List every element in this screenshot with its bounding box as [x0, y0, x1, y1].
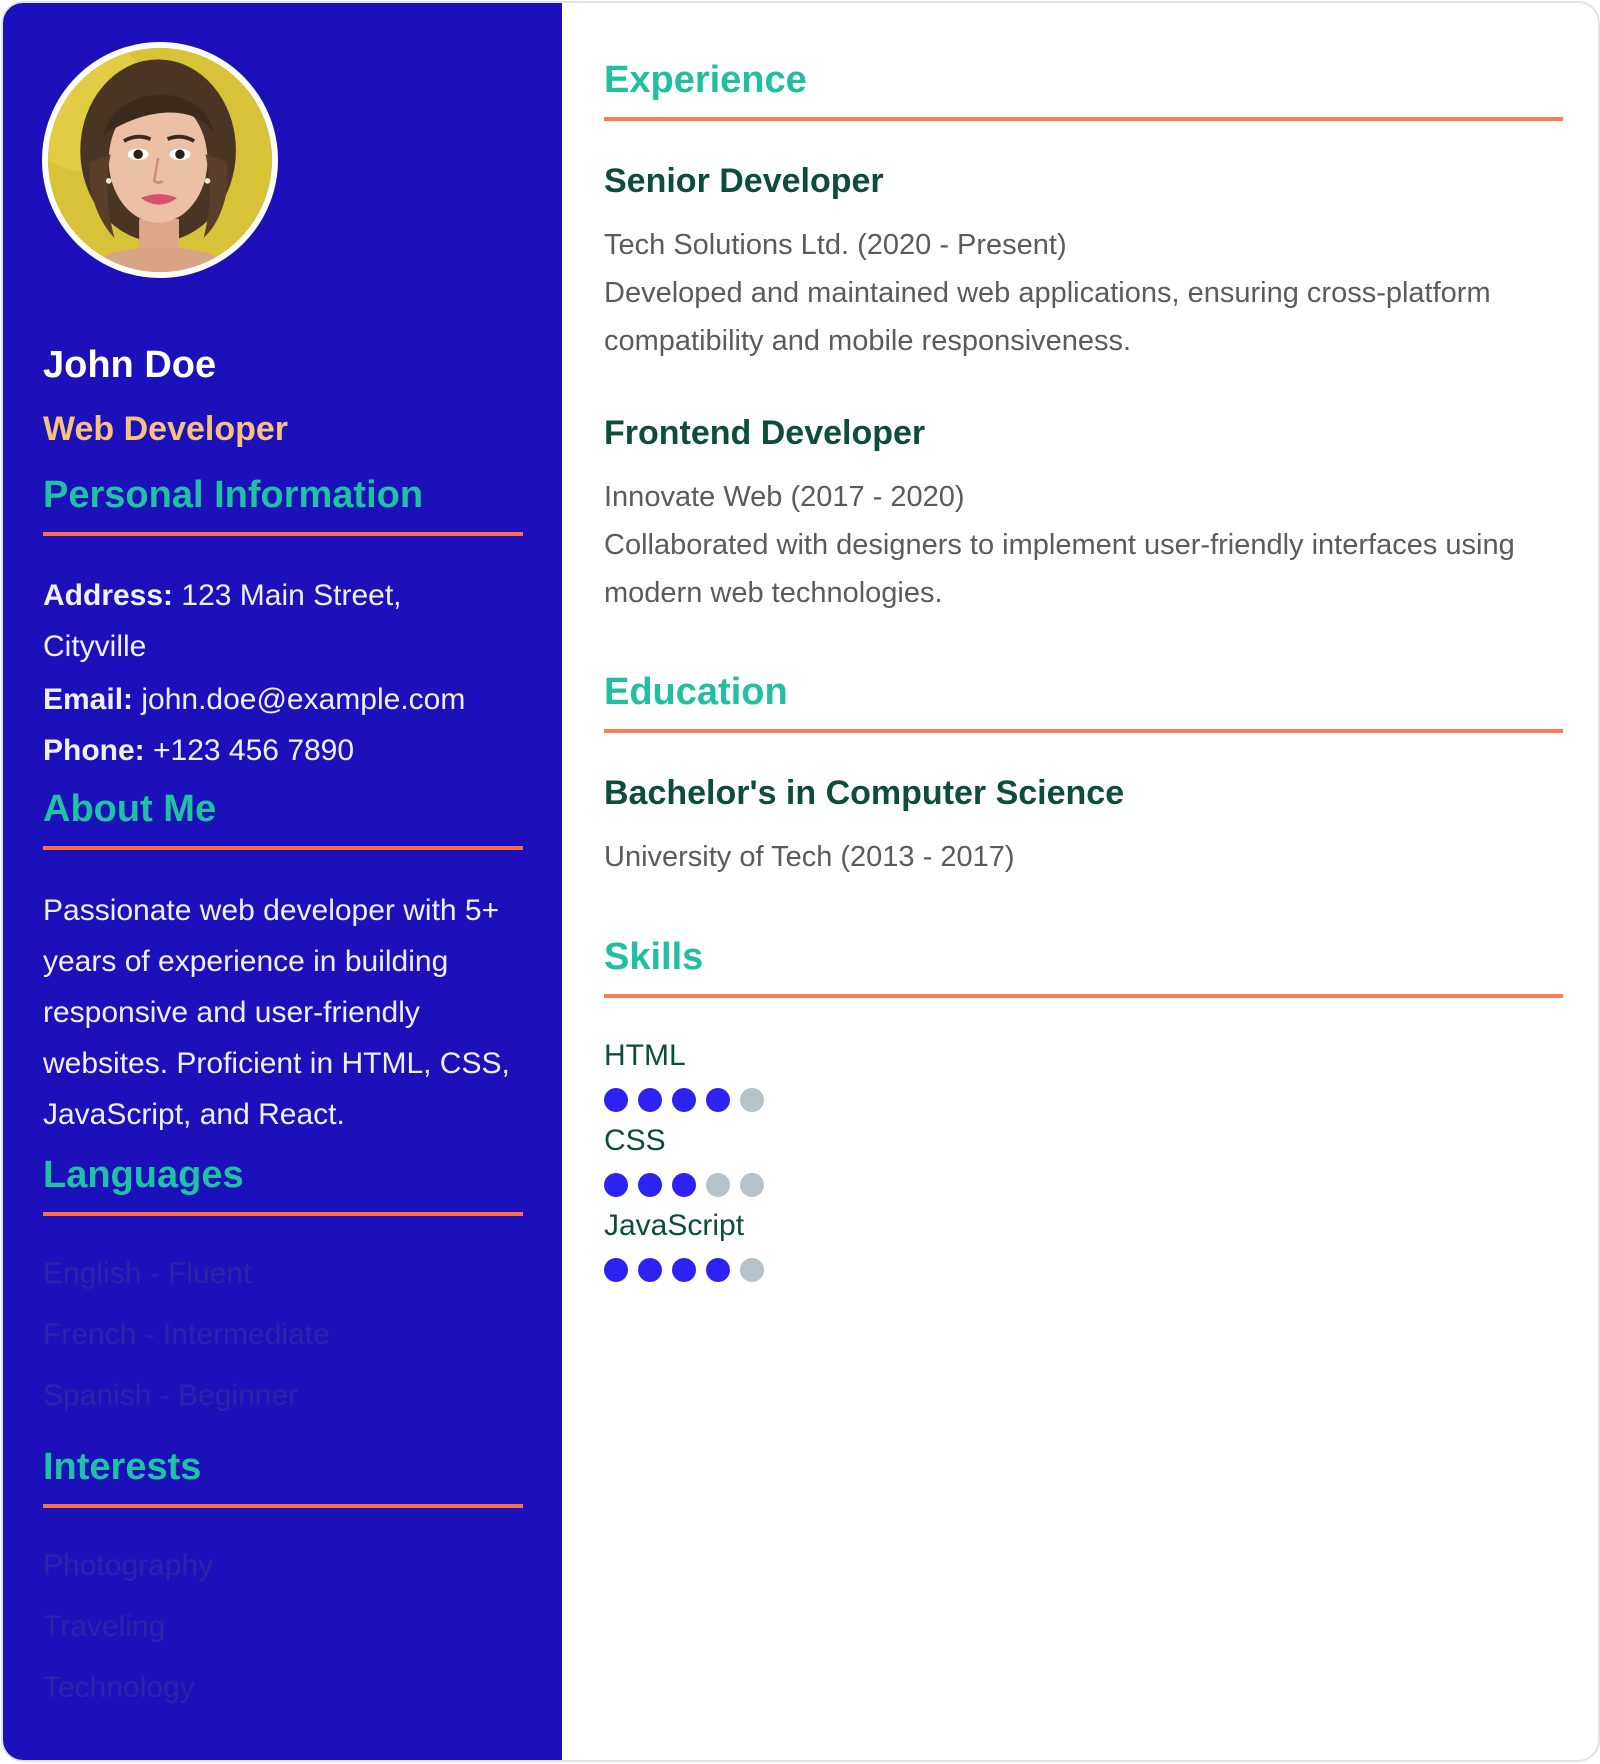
- skill-rating: [604, 1173, 764, 1197]
- skill-dot-filled: [604, 1173, 628, 1197]
- skill-dot-filled: [638, 1258, 662, 1282]
- job-description-senior: Developed and maintained web application…: [604, 277, 1491, 357]
- skill-javascript: JavaScript: [604, 1206, 764, 1282]
- list-item: Technology: [43, 1671, 195, 1704]
- skill-dot-filled: [638, 1088, 662, 1112]
- personal-info-rule: [43, 532, 523, 536]
- experience-heading: Experience: [604, 59, 807, 101]
- email-row: Email: john.doe@example.com: [43, 674, 523, 725]
- email-label: Email:: [43, 683, 134, 716]
- about-text: Passionate web developer with 5+ years o…: [43, 894, 510, 1131]
- education-degree: Bachelor's in Computer Science: [604, 774, 1125, 812]
- skill-html: HTML: [604, 1036, 764, 1112]
- list-item: French - Intermediate: [43, 1318, 330, 1351]
- job-company-senior: Tech Solutions Ltd. (2020 - Present): [604, 229, 1067, 261]
- languages-heading: Languages: [43, 1154, 244, 1196]
- list-item: Traveling: [43, 1610, 166, 1643]
- address-line2: Cityville: [43, 630, 147, 663]
- skill-dot-empty: [740, 1173, 764, 1197]
- job-description-frontend: Collaborated with designers to implement…: [604, 529, 1515, 609]
- education-school: University of Tech (2013 - 2017): [604, 841, 1015, 873]
- skills-rule: [604, 994, 1563, 998]
- interests-heading: Interests: [43, 1446, 202, 1488]
- personal-info-heading: Personal Information: [43, 474, 424, 516]
- skill-rating: [604, 1258, 764, 1282]
- education-heading: Education: [604, 671, 788, 713]
- address-label: Address:: [43, 579, 174, 612]
- languages-list: English - Fluent French - Intermediate S…: [43, 1243, 523, 1426]
- profile-photo: [42, 42, 278, 278]
- skill-dot-filled: [706, 1258, 730, 1282]
- skill-dot-filled: [672, 1258, 696, 1282]
- phone-value[interactable]: +123 456 7890: [153, 734, 354, 767]
- email-value[interactable]: john.doe@example.com: [141, 683, 465, 716]
- skill-dot-empty: [740, 1258, 764, 1282]
- job-title-senior: Senior Developer: [604, 162, 884, 200]
- job-title-frontend: Frontend Developer: [604, 414, 926, 452]
- skills-heading: Skills: [604, 936, 704, 978]
- phone-label: Phone:: [43, 734, 145, 767]
- sidebar: John Doe Web Developer Personal Informat…: [3, 3, 562, 1760]
- skill-dot-filled: [638, 1173, 662, 1197]
- skill-name: CSS: [604, 1124, 666, 1157]
- about-heading: About Me: [43, 788, 217, 830]
- list-item: Spanish - Beginner: [43, 1379, 299, 1412]
- skill-name: HTML: [604, 1039, 686, 1072]
- about-rule: [43, 846, 523, 850]
- profile-photo-illustration: [48, 48, 272, 272]
- personal-info-block: Address: 123 Main Street, Cityville: [43, 570, 523, 672]
- profile-name: John Doe: [43, 344, 217, 386]
- phone-row: Phone: +123 456 7890: [43, 725, 523, 776]
- languages-rule: [43, 1212, 523, 1216]
- skill-dot-filled: [672, 1173, 696, 1197]
- interests-rule: [43, 1504, 523, 1508]
- skill-dot-filled: [604, 1258, 628, 1282]
- skill-dot-empty: [740, 1088, 764, 1112]
- skill-rating: [604, 1088, 764, 1112]
- skill-dot-filled: [706, 1088, 730, 1112]
- skill-name: JavaScript: [604, 1209, 745, 1242]
- address-line1: 123 Main Street,: [181, 579, 402, 612]
- list-item: Photography: [43, 1549, 214, 1582]
- list-item: English - Fluent: [43, 1257, 252, 1290]
- skill-dot-filled: [604, 1088, 628, 1112]
- address-row: Address: 123 Main Street,: [43, 570, 523, 621]
- education-rule: [604, 729, 1563, 733]
- experience-rule: [604, 117, 1563, 121]
- skill-css: CSS: [604, 1121, 764, 1197]
- profile-title: Web Developer: [43, 410, 289, 448]
- interests-list: Photography Traveling Technology: [43, 1535, 523, 1718]
- skill-dot-filled: [672, 1088, 696, 1112]
- job-company-frontend: Innovate Web (2017 - 2020): [604, 481, 965, 513]
- resume-page: John Doe Web Developer Personal Informat…: [1, 1, 1600, 1762]
- main-content: Experience Senior Developer Tech Solutio…: [562, 3, 1598, 1760]
- skill-dot-empty: [706, 1173, 730, 1197]
